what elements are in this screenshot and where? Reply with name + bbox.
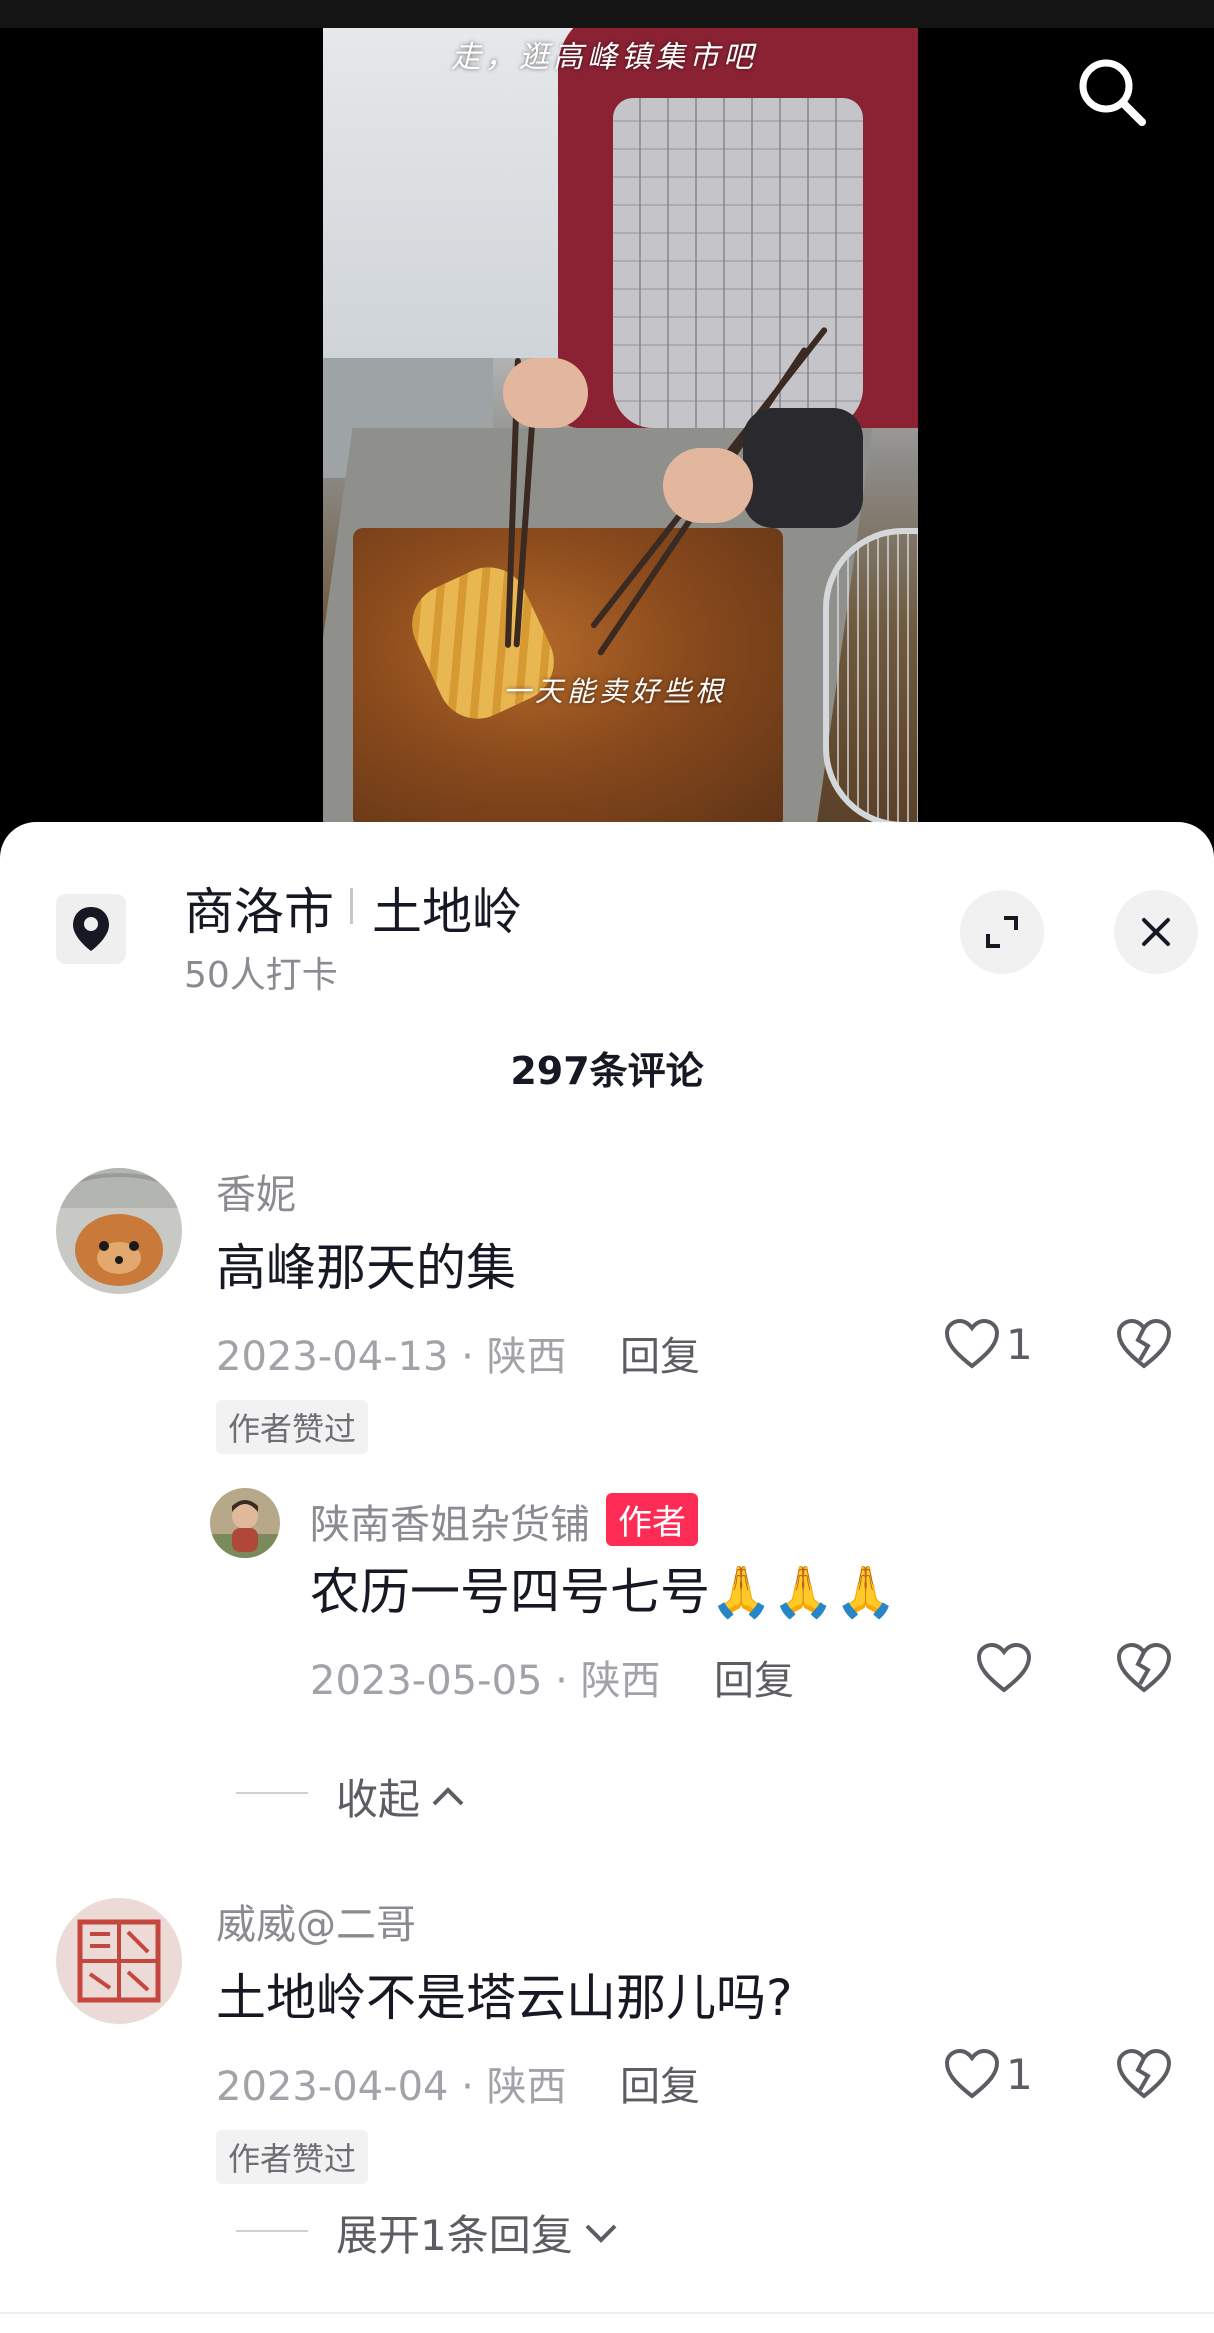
close-button[interactable] — [1114, 890, 1198, 974]
video-player[interactable]: 走，逛高峰镇集市吧 一天能卖好些根 — [323, 28, 918, 828]
location-icon-box — [56, 894, 126, 964]
reply-avatar-image — [210, 1488, 280, 1558]
reply-username[interactable]: 陕南香姐杂货铺 — [310, 1502, 590, 1548]
like-count: 1 — [1006, 1319, 1033, 1369]
close-icon — [1142, 918, 1170, 946]
location-divider — [350, 888, 353, 924]
collapse-replies-button[interactable]: 收起 — [336, 1766, 468, 1827]
broken-heart-icon — [1116, 2048, 1172, 2099]
reply-dislike-button[interactable] — [1116, 1642, 1172, 1698]
avatar[interactable] — [56, 1168, 182, 1294]
video-strainer — [823, 528, 918, 828]
like-count: 1 — [1006, 2049, 1033, 2099]
video-caption-top: 走，逛高峰镇集市吧 — [451, 40, 757, 75]
comment-date-region: 2023-04-13 · 陕西 — [216, 1334, 567, 1380]
comment-text: 高峰那天的集 — [216, 1239, 516, 1297]
screen: 走，逛高峰镇集市吧 一天能卖好些根 商洛市 土地岭 50人打卡 297条评论 香… — [0, 0, 1214, 2333]
comments-sheet: 商洛市 土地岭 50人打卡 297条评论 香妮 高峰那天的集 2023-04-1… — [0, 822, 1214, 2333]
search-icon — [1079, 59, 1146, 126]
expand-replies-button[interactable]: 展开1条回复 — [336, 2202, 621, 2263]
like-button[interactable]: 1 — [944, 1318, 1033, 1370]
video-hand — [663, 448, 753, 523]
location-city: 商洛市 — [184, 883, 334, 941]
expand-label: 展开1条回复 — [336, 2211, 573, 2260]
avatar[interactable] — [56, 1898, 182, 2024]
comment-count: 297条评论 — [510, 1049, 704, 1093]
expand-button[interactable] — [960, 890, 1044, 974]
video-hand — [503, 358, 588, 428]
broken-heart-icon — [1116, 1642, 1172, 1693]
collapse-label: 收起 — [336, 1775, 421, 1824]
avatar-image — [56, 1898, 182, 2024]
checkin-count: 50人打卡 — [184, 955, 338, 996]
comment-text: 土地岭不是塔云山那儿吗? — [216, 1969, 793, 2027]
author-liked-badge: 作者赞过 — [216, 1400, 369, 1454]
comment-item: 威威@二哥 土地岭不是塔云山那儿吗? 2023-04-04 · 陕西 回复 1 … — [0, 1892, 1214, 2312]
comment-username[interactable]: 威威@二哥 — [216, 1892, 416, 1950]
status-strip — [0, 0, 1214, 28]
reply-username-row: 陕南香姐杂货铺 作者 — [310, 1492, 698, 1550]
reply-text: 农历一号四号七号🙏🙏🙏 — [310, 1563, 897, 1621]
author-badge: 作者 — [606, 1493, 698, 1546]
video-caption-middle: 一天能卖好些根 — [503, 675, 728, 708]
avatar-image — [56, 1168, 182, 1294]
expand-divider — [236, 2230, 308, 2232]
chevron-down-icon — [585, 2224, 617, 2243]
reply-avatar[interactable] — [210, 1488, 280, 1558]
heart-icon — [944, 1318, 1000, 1369]
comment-username[interactable]: 香妮 — [216, 1162, 296, 1220]
heart-icon — [976, 1642, 1032, 1693]
video-apron — [613, 98, 863, 428]
reply-like-button[interactable] — [976, 1642, 1032, 1694]
expand-icon — [986, 916, 1018, 948]
video-glove — [743, 408, 863, 528]
comment-item: 香妮 高峰那天的集 2023-04-13 · 陕西 回复 1 作者赞过 陕南香姐… — [0, 1162, 1214, 1704]
author-liked-badge: 作者赞过 — [216, 2130, 369, 2184]
comment-date-region: 2023-04-04 · 陕西 — [216, 2064, 567, 2110]
sheet-bottom-divider — [0, 2312, 1214, 2314]
dislike-button[interactable] — [1116, 2048, 1172, 2104]
dislike-button[interactable] — [1116, 1318, 1172, 1374]
search-button[interactable] — [1072, 52, 1152, 132]
heart-icon — [944, 2048, 1000, 2099]
reply-date-region: 2023-05-05 · 陕西 — [310, 1658, 661, 1704]
broken-heart-icon — [1116, 1318, 1172, 1369]
reply-button[interactable]: 回复 — [620, 2054, 700, 2112]
like-button[interactable]: 1 — [944, 2048, 1033, 2100]
reply-button[interactable]: 回复 — [620, 1324, 700, 1382]
location-pin-icon — [73, 907, 109, 951]
location-place: 土地岭 — [372, 883, 522, 941]
chevron-up-icon — [432, 1786, 464, 1805]
reply-to-reply-button[interactable]: 回复 — [714, 1648, 794, 1706]
collapse-divider — [236, 1792, 308, 1794]
